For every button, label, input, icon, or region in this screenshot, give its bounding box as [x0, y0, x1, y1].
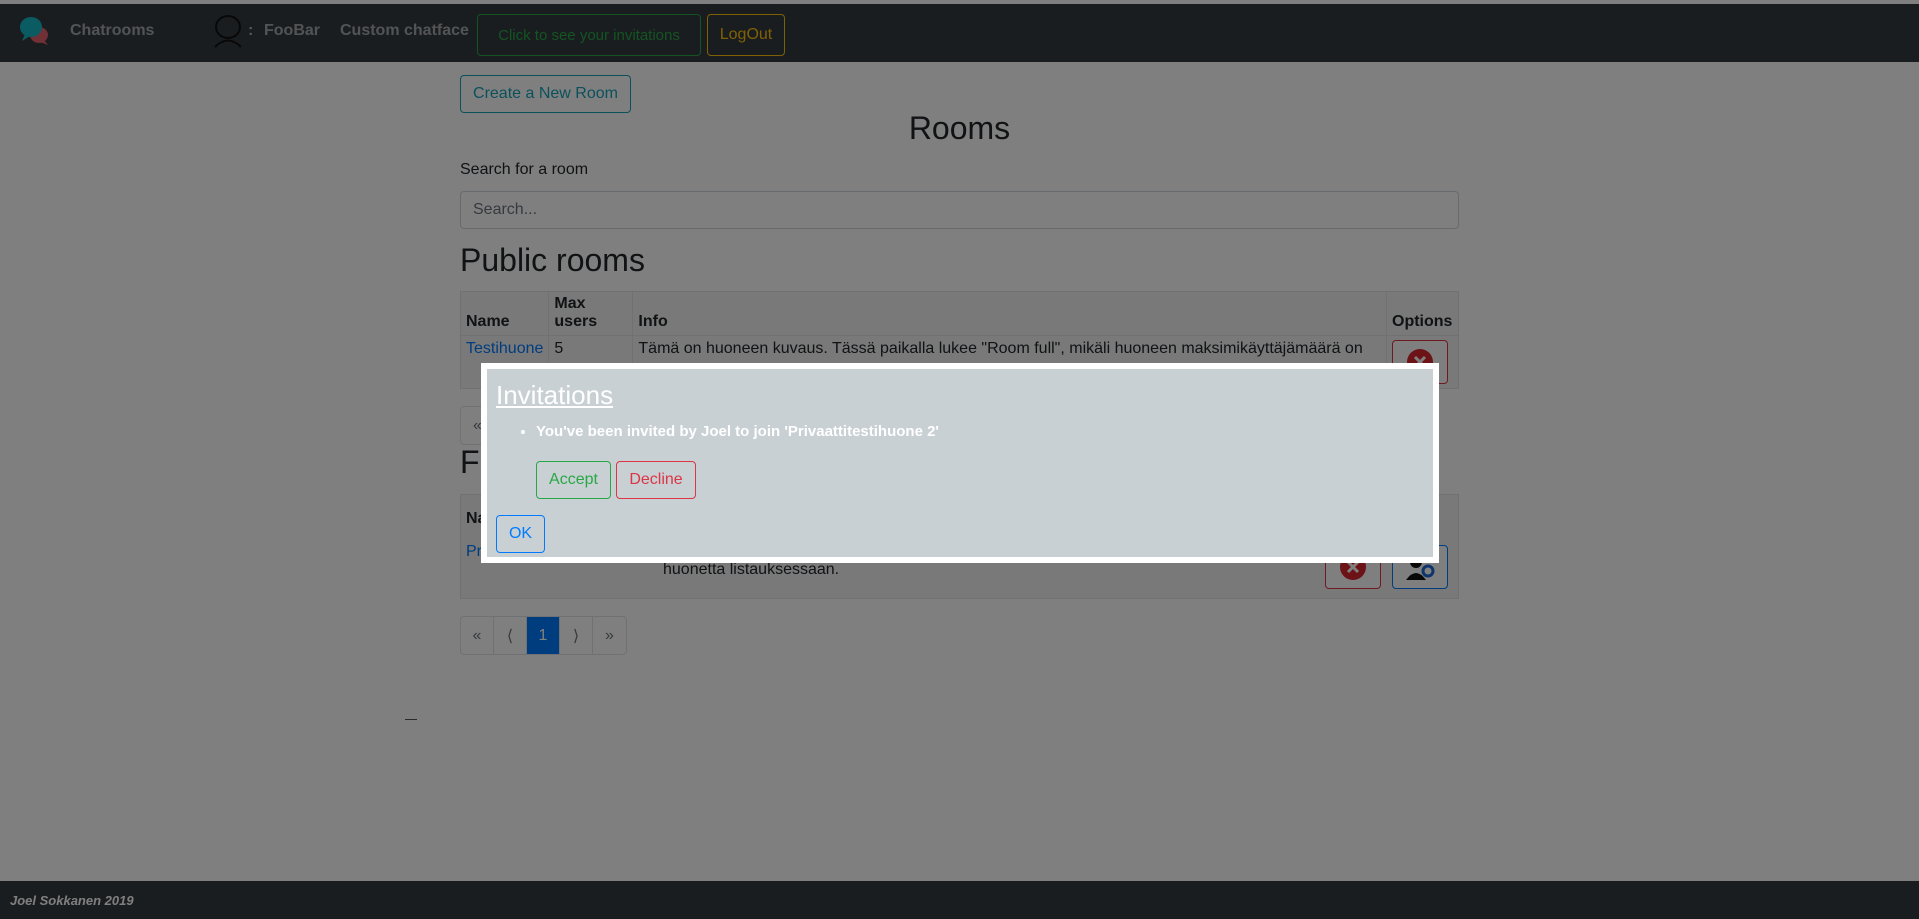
modal-title: Invitations — [496, 380, 614, 410]
accept-button[interactable]: Accept — [536, 461, 611, 499]
decline-button[interactable]: Decline — [616, 461, 696, 499]
ok-button[interactable]: OK — [496, 515, 545, 553]
invitations-modal: Invitations You've been invited by Joel … — [481, 363, 1439, 563]
invitation-item: You've been invited by Joel to join 'Pri… — [536, 423, 939, 440]
invitation-list: You've been invited by Joel to join 'Pri… — [536, 423, 939, 440]
